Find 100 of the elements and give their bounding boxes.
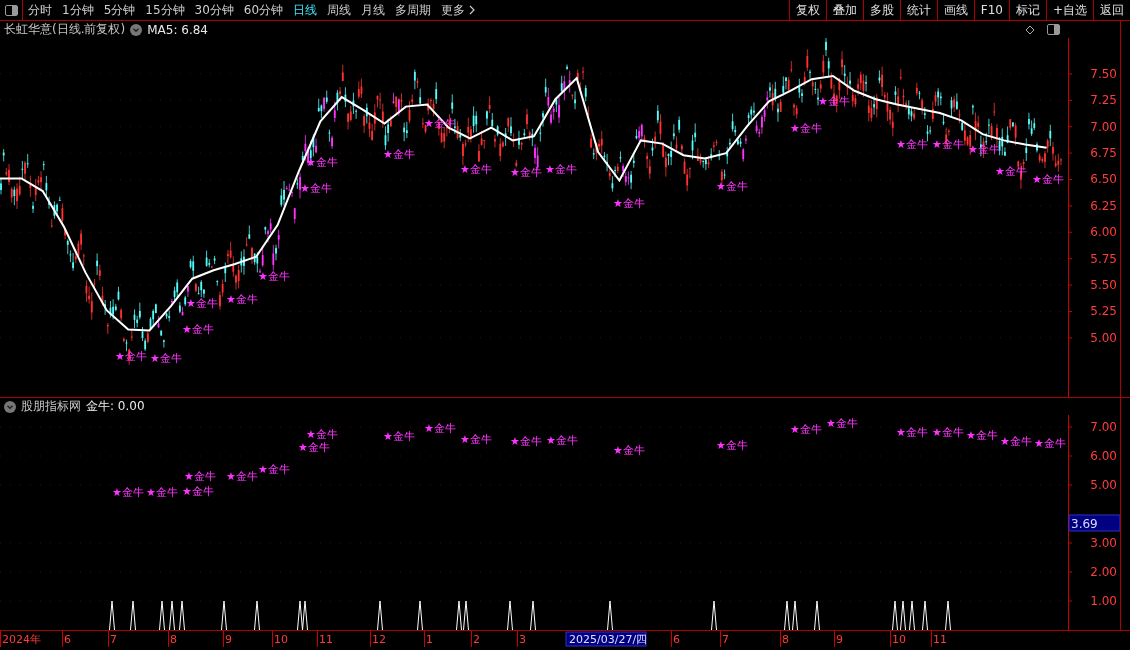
- value-axis-label: 7.00: [1090, 420, 1117, 434]
- price-axis-label: 6.75: [1090, 146, 1117, 161]
- cursor-date-label: 2025/03/27/四: [565, 631, 648, 647]
- date-axis-label: 8: [782, 633, 789, 646]
- price-axis-label: 6.00: [1090, 225, 1117, 240]
- price-axis-label: 5.75: [1090, 251, 1117, 266]
- period-tab[interactable]: 日线: [288, 0, 323, 20]
- indicator-title: 股朋指标网: [21, 398, 81, 415]
- signal-label: ★金牛: [1032, 173, 1064, 186]
- price-axis-label: 6.50: [1090, 172, 1117, 187]
- dropdown-icon[interactable]: [130, 23, 143, 36]
- value-axis-label: 1.00: [1090, 594, 1117, 608]
- signal-label: ★金牛: [258, 270, 290, 283]
- toolbar-button[interactable]: 多股: [862, 0, 900, 20]
- period-tab[interactable]: 60分钟: [238, 0, 289, 20]
- toolbar-button[interactable]: F10: [973, 0, 1009, 20]
- signal-label: ★金牛: [896, 138, 928, 151]
- value-axis-label: 2.00: [1090, 565, 1117, 579]
- chevron-right-icon: [469, 5, 476, 15]
- toolbar-button[interactable]: +自选: [1045, 0, 1093, 20]
- panel-toggle-icon[interactable]: [1046, 24, 1060, 35]
- signal-label: ★金牛: [424, 422, 456, 435]
- signal-label: ★金牛: [546, 434, 578, 447]
- signal-label: ★金牛: [932, 426, 964, 439]
- signal-label: ★金牛: [932, 138, 964, 151]
- signal-label: ★金牛: [716, 180, 748, 193]
- price-axis-label: 7.50: [1090, 66, 1117, 81]
- period-tab[interactable]: 1分钟: [57, 0, 99, 20]
- indicator-value: 金牛: 0.00: [86, 398, 145, 415]
- toolbar-button[interactable]: 返回: [1093, 0, 1130, 20]
- period-tab[interactable]: 更多: [436, 0, 481, 20]
- date-axis-label: 11: [933, 633, 947, 646]
- value-axis-label: 5.00: [1090, 478, 1117, 492]
- period-tab[interactable]: 周线: [322, 0, 357, 20]
- signal-label: ★金牛: [896, 426, 928, 439]
- date-axis-label: 9: [836, 633, 843, 646]
- date-axis-label: 2: [473, 633, 480, 646]
- signal-label: ★金牛: [1034, 437, 1066, 450]
- date-axis-label: 8: [170, 633, 177, 646]
- signal-label: ★金牛: [966, 429, 998, 442]
- price-axis-label: 6.25: [1090, 198, 1117, 213]
- indicator-value: MA5: 6.84: [147, 22, 208, 37]
- price-axis-label: 7.25: [1090, 93, 1117, 108]
- period-tab[interactable]: 月线: [356, 0, 391, 20]
- signal-label: ★金牛: [613, 197, 645, 210]
- date-axis-label: 6: [673, 633, 680, 646]
- signal-label: ★金牛: [184, 470, 216, 483]
- period-tab[interactable]: 多周期: [390, 0, 437, 20]
- signal-label: ★金牛: [460, 163, 492, 176]
- toolbar-button[interactable]: 复权: [788, 0, 826, 20]
- period-tab[interactable]: 15分钟: [140, 0, 190, 20]
- date-axis-label: 1: [426, 633, 433, 646]
- price-axis-label: 7.00: [1090, 119, 1117, 134]
- period-tab[interactable]: 分时: [23, 0, 57, 20]
- cursor-value-label: 3.69: [1068, 514, 1120, 532]
- signal-label: ★金牛: [182, 323, 214, 336]
- signal-label: ★金牛: [383, 148, 415, 161]
- toolbar-button[interactable]: 画线: [936, 0, 974, 20]
- date-axis-label: 6: [64, 633, 71, 646]
- value-axis-label: 6.00: [1090, 449, 1117, 463]
- toolbar-button[interactable]: 统计: [899, 0, 937, 20]
- signal-label: ★金牛: [300, 182, 332, 195]
- date-axis-label: 7: [722, 633, 729, 646]
- signal-label: ★金牛: [306, 428, 338, 441]
- signal-label: ★金牛: [226, 293, 258, 306]
- date-axis-label: 10: [274, 633, 288, 646]
- signal-label: ★金牛: [258, 463, 290, 476]
- stock-title: 长虹华意(日线.前复权): [4, 21, 126, 38]
- period-tab[interactable]: 30分钟: [189, 0, 239, 20]
- signal-label: ★金牛: [995, 165, 1027, 178]
- date-axis-label: 10: [892, 633, 906, 646]
- signal-label: ★金牛: [1000, 435, 1032, 448]
- toolbar-button[interactable]: 标记: [1008, 0, 1046, 20]
- signal-label: ★金牛: [613, 444, 645, 457]
- date-axis-label: 3: [519, 633, 526, 646]
- signal-label: ★金牛: [306, 156, 338, 169]
- date-axis-label: 12: [372, 633, 386, 646]
- value-axis-label: 3.00: [1090, 536, 1117, 550]
- dropdown-icon[interactable]: [4, 400, 16, 413]
- signal-label: ★金牛: [790, 122, 822, 135]
- signal-label: ★金牛: [182, 485, 214, 498]
- signal-label: ★金牛: [826, 417, 858, 430]
- period-tab[interactable]: 5分钟: [98, 0, 141, 20]
- signal-label: ★金牛: [545, 163, 577, 176]
- signal-label: ★金牛: [790, 423, 822, 436]
- date-axis-label: 2024年: [2, 633, 41, 646]
- price-axis-label: 5.25: [1090, 304, 1117, 319]
- price-axis-label: 5.50: [1090, 278, 1117, 293]
- signal-label: ★金牛: [150, 352, 182, 365]
- date-axis-label: 7: [110, 633, 117, 646]
- signal-label: ★金牛: [716, 439, 748, 452]
- date-axis-label: 9: [225, 633, 232, 646]
- signal-label: ★金牛: [383, 430, 415, 443]
- date-axis-label: 11: [319, 633, 333, 646]
- price-axis-label: 5.00: [1090, 330, 1117, 345]
- diamond-icon[interactable]: [1025, 24, 1035, 35]
- signal-label: ★金牛: [112, 486, 144, 499]
- signal-label: ★金牛: [226, 470, 258, 483]
- signal-label: ★金牛: [146, 486, 178, 499]
- toolbar-button[interactable]: 叠加: [825, 0, 863, 20]
